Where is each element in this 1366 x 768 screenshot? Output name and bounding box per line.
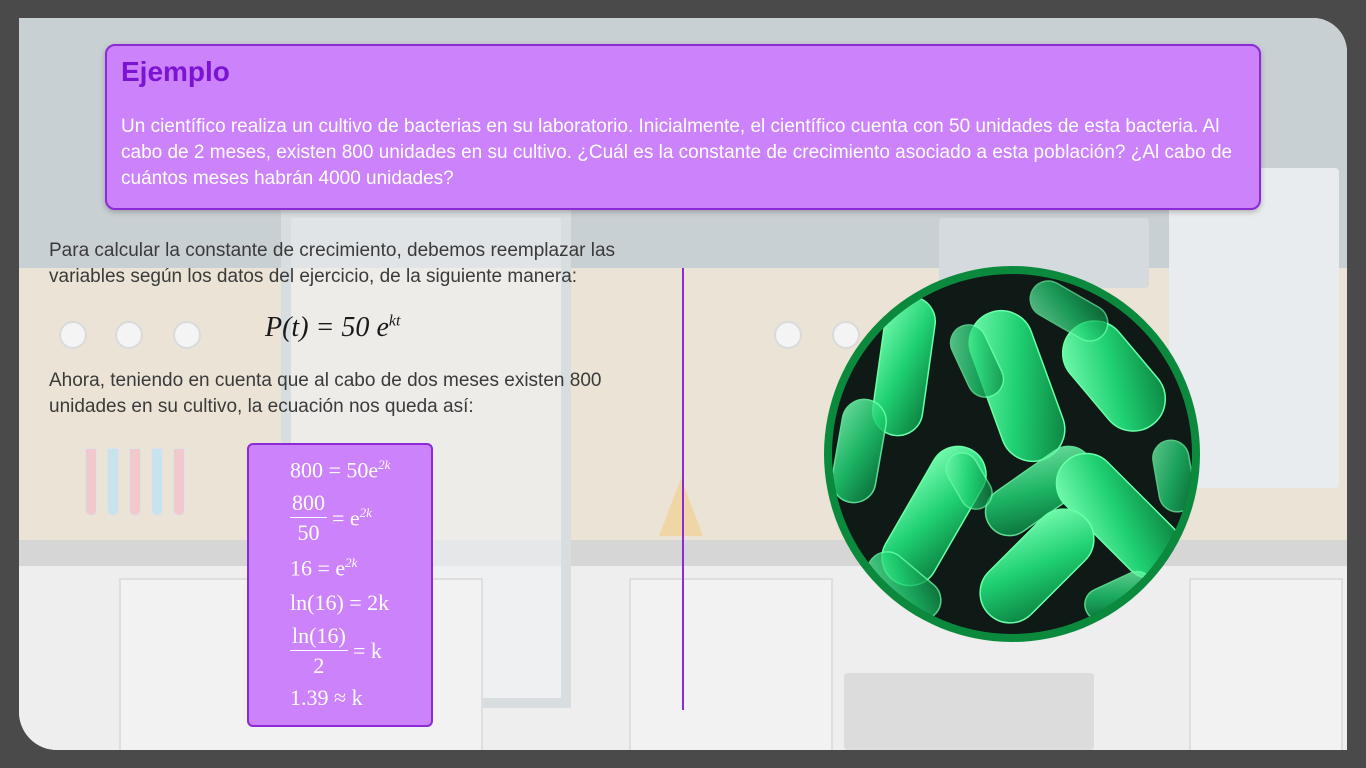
example-problem-text: Un científico realiza un cultivo de bact… xyxy=(121,116,1233,189)
step-2-rest-text: = e xyxy=(332,505,360,531)
step-3-text: 16 = e xyxy=(290,555,346,581)
background-test-tube xyxy=(85,448,97,516)
background-door xyxy=(629,578,833,750)
step-1: 800 = 50e2k xyxy=(290,457,390,483)
step-4: ln(16) = 2k xyxy=(290,590,390,615)
background-socket xyxy=(59,321,87,349)
background-flask xyxy=(659,478,703,536)
slide: Ejemplo Un científico realiza un cultivo… xyxy=(19,18,1347,750)
formula-exponent: kt xyxy=(388,312,401,330)
background-test-tube xyxy=(151,448,163,516)
growth-formula: P(t) = 50 ekt xyxy=(265,312,400,344)
step-2-exponent: 2k xyxy=(359,505,372,520)
step-1-exponent: 2k xyxy=(378,457,391,472)
step-2-numerator: 800 xyxy=(290,489,327,518)
background-socket xyxy=(115,321,143,349)
background-door xyxy=(1189,578,1343,750)
explanation-paragraph-2: Ahora, teniendo en cuenta que al cabo de… xyxy=(49,370,602,417)
step-5-fraction: ln(16) 2 xyxy=(290,622,348,681)
step-3: 16 = e2k xyxy=(290,555,357,581)
solution-steps-box: 800 = 50e2k 800 50 = e2k 16 = e2k ln(16)… xyxy=(247,443,433,727)
step-1-text: 800 = 50e xyxy=(290,457,379,483)
step-6: 1.39 ≈ k xyxy=(290,685,363,710)
background-socket xyxy=(173,321,201,349)
step-2-denominator: 50 xyxy=(297,520,320,545)
step-3-exponent: 2k xyxy=(345,555,358,570)
step-5-rest: = k xyxy=(353,638,382,663)
step-2-fraction: 800 50 xyxy=(290,489,327,548)
vertical-divider xyxy=(682,268,684,710)
background-socket xyxy=(774,321,802,349)
explanation-paragraph-1: Para calcular la constante de crecimient… xyxy=(49,240,616,287)
background-test-tube xyxy=(173,448,185,516)
formula-base: e xyxy=(376,312,389,343)
background-machine xyxy=(844,673,1094,750)
example-card: Ejemplo Un científico realiza un cultivo… xyxy=(105,44,1261,210)
example-title: Ejemplo xyxy=(121,56,230,87)
step-5-denominator: 2 xyxy=(313,653,325,678)
background-test-tube xyxy=(107,448,119,516)
bacteria-illustration-icon xyxy=(824,266,1200,642)
step-5-numerator: ln(16) xyxy=(290,622,348,651)
step-2-rest: = e2k xyxy=(332,505,372,531)
formula-lhs: P(t) = 50 xyxy=(265,312,377,343)
background-test-tube xyxy=(129,448,141,516)
